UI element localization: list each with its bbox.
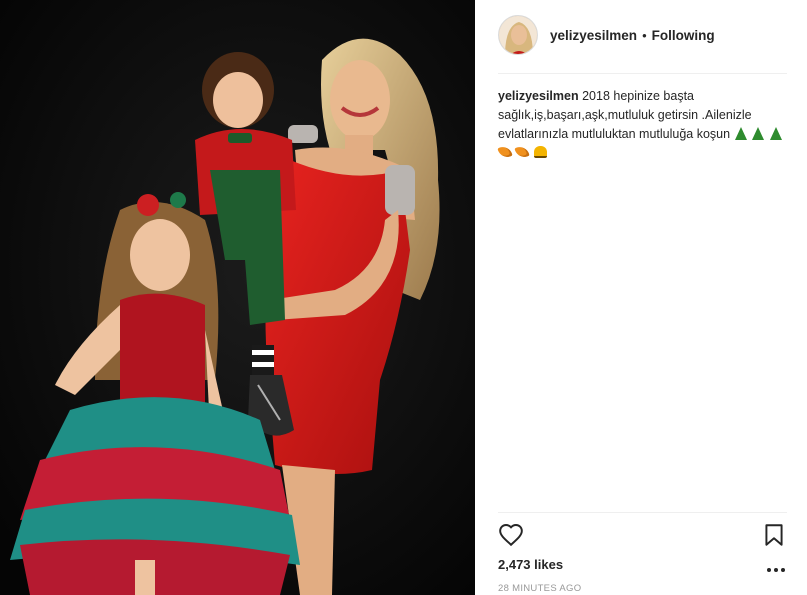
header-separator: •	[642, 27, 647, 43]
more-options-button[interactable]	[767, 565, 785, 575]
carrot-icon	[497, 144, 513, 160]
post-photo[interactable]	[0, 0, 475, 595]
like-count[interactable]: 2,473 likes	[498, 557, 563, 572]
caption-username[interactable]: yelizyesilmen	[498, 89, 579, 103]
header-username[interactable]: yelizyesilmen	[550, 28, 637, 43]
post-photo-image	[0, 0, 475, 595]
actions-divider	[498, 512, 787, 513]
avatar[interactable]	[498, 15, 538, 55]
ellipsis-icon	[767, 568, 771, 572]
avatar-image	[499, 16, 537, 54]
post-side-panel: yelizyesilmen • Following yelizyesilmen …	[476, 0, 807, 595]
heart-outline-icon	[499, 524, 523, 547]
christmas-tree-icon	[734, 127, 747, 140]
ellipsis-icon	[774, 568, 778, 572]
like-button[interactable]	[498, 522, 524, 548]
carrot-icon	[514, 144, 531, 160]
post-actions	[498, 522, 787, 550]
save-button[interactable]	[761, 522, 787, 548]
post-caption: yelizyesilmen 2018 hepinize başta sağlık…	[497, 87, 788, 163]
christmas-tree-icon	[769, 127, 782, 140]
post-header: yelizyesilmen • Following	[498, 14, 787, 56]
bell-icon	[533, 146, 547, 158]
post-timestamp[interactable]: 28 MINUTES AGO	[498, 583, 581, 594]
christmas-tree-icon	[752, 127, 765, 140]
bookmark-outline-icon	[765, 524, 783, 546]
ellipsis-icon	[781, 568, 785, 572]
header-divider	[498, 73, 787, 74]
following-button[interactable]: Following	[652, 28, 715, 43]
